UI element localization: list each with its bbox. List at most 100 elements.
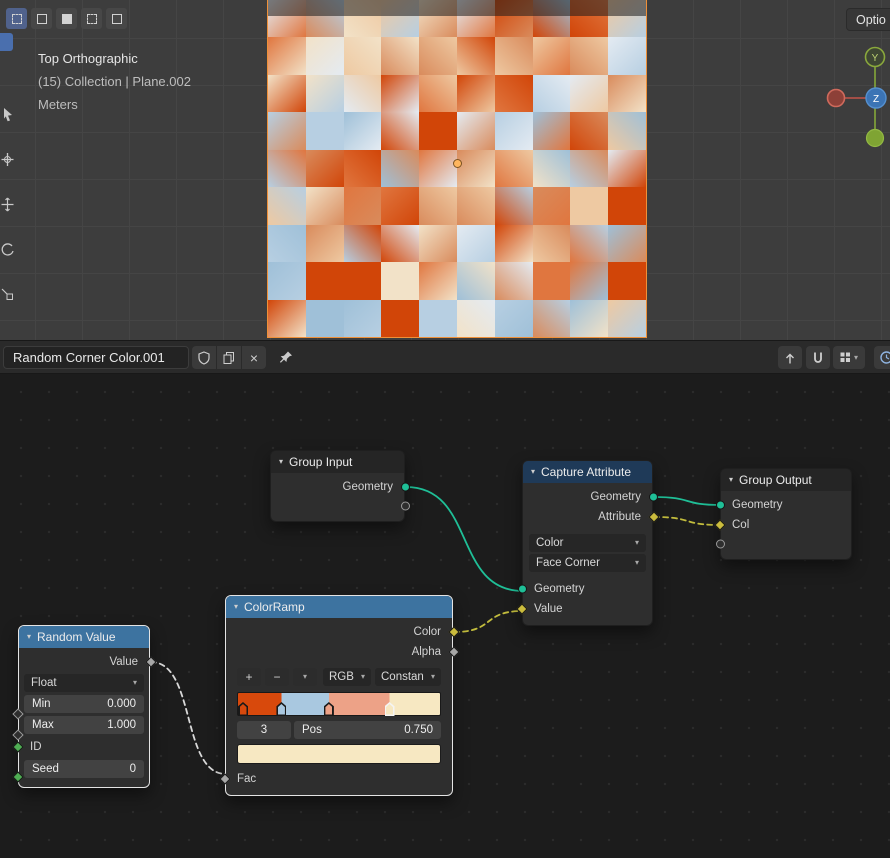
node-header[interactable]: ▾ Group Output: [721, 469, 851, 491]
plane-cell: [570, 262, 609, 300]
virtual-output-socket[interactable]: [400, 501, 410, 511]
add-stop-button[interactable]: +: [237, 668, 261, 686]
plane-cell: [494, 299, 533, 337]
svg-text:Z: Z: [873, 94, 879, 105]
plane-cell: [570, 0, 609, 38]
max-field[interactable]: Max 1.000: [24, 716, 144, 734]
node-graph[interactable]: ▾ Group Input Geometry ▾ Capture Attribu…: [0, 374, 890, 858]
active-stop-swatch[interactable]: [237, 744, 441, 764]
data-type-dropdown[interactable]: Color ▾: [529, 534, 646, 552]
node-random-value[interactable]: ▾ Random Value Value Float ▾ Min 0.000 M…: [11, 625, 157, 788]
seed-field[interactable]: Seed 0: [24, 760, 144, 778]
filled-square-icon: [61, 13, 72, 24]
plane-object[interactable]: [268, 0, 646, 337]
field-value: 0.000: [107, 698, 136, 710]
snap-button[interactable]: [806, 346, 830, 369]
geometry-input-socket[interactable]: [715, 500, 725, 510]
gizmo-y-neg-ball[interactable]: [865, 128, 885, 148]
select-mode-new-icon[interactable]: [6, 8, 27, 29]
plane-cell: [419, 112, 457, 150]
object-origin-dot: [453, 159, 462, 168]
socket-label: Geometry: [590, 491, 642, 503]
geometry-output-socket[interactable]: [400, 482, 410, 492]
viewport-3d: Optio Top Orthographic (15) Collection |…: [0, 0, 890, 340]
cursor-tool-icon[interactable]: [0, 151, 15, 169]
plane-cell: [381, 149, 420, 188]
plane-cell: [305, 187, 344, 225]
node-colorramp[interactable]: ▾ ColorRamp Color Alpha + − ▾ RGB ▾ Cons…: [218, 595, 460, 796]
chevron-down-icon: ▾: [132, 678, 137, 687]
geometry-input-socket[interactable]: [517, 584, 527, 594]
chevron-down-icon: ▾: [634, 538, 639, 547]
select-mode-extend-icon[interactable]: [31, 8, 52, 29]
colorramp-bar[interactable]: [237, 692, 441, 716]
plane-cell: [608, 0, 646, 38]
color-mode-dropdown[interactable]: RGB ▾: [323, 668, 371, 686]
ramp-stop-marker[interactable]: [238, 702, 248, 716]
node-capture-attribute[interactable]: ▾ Capture Attribute Geometry Attribute C…: [515, 460, 660, 626]
options-button[interactable]: Optio: [846, 8, 890, 31]
socket-row: Fac: [218, 769, 452, 789]
node-group-output[interactable]: ▾ Group Output Geometry Col: [713, 468, 852, 560]
node-header[interactable]: ▾ Random Value: [19, 626, 149, 648]
unlink-button[interactable]: ×: [242, 346, 266, 369]
new-tree-button[interactable]: [217, 346, 241, 369]
select-mode-subtract-icon[interactable]: [56, 8, 77, 29]
gizmo-x-axis-ball[interactable]: [826, 88, 846, 108]
node-header[interactable]: ▾ Capture Attribute: [523, 461, 652, 483]
ramp-options-dropdown[interactable]: ▾: [293, 668, 317, 686]
plane-cell: [343, 74, 382, 113]
collapse-icon[interactable]: ▾: [27, 633, 31, 641]
snapping-options-button[interactable]: ▾: [833, 346, 865, 369]
plane-cell: [305, 149, 344, 188]
collapse-icon[interactable]: ▾: [234, 603, 238, 611]
select-mode-invert-icon[interactable]: [81, 8, 102, 29]
plane-cell: [608, 299, 646, 337]
ramp-stop-marker[interactable]: [276, 702, 287, 716]
node-header[interactable]: ▾ ColorRamp: [226, 596, 452, 618]
ramp-stop-marker[interactable]: [323, 702, 334, 716]
min-field[interactable]: Min 0.000: [24, 695, 144, 713]
plane-cell: [268, 262, 306, 300]
overlay-toggle-button[interactable]: [874, 346, 890, 369]
collapse-icon[interactable]: ▾: [531, 468, 535, 476]
gizmo-y-axis-ball[interactable]: Y: [864, 46, 886, 68]
collapse-icon[interactable]: ▾: [729, 476, 733, 484]
dropdown-value: Float: [31, 677, 57, 689]
navigation-gizmo[interactable]: Y Z: [820, 40, 890, 150]
plane-cell: [305, 0, 344, 38]
field-value: 0: [129, 763, 136, 775]
plane-cell: [608, 187, 646, 225]
position-field[interactable]: Pos 0.750: [294, 721, 441, 739]
plane-cell: [570, 37, 609, 75]
magnet-icon: [814, 352, 822, 363]
node-link: [150, 661, 227, 775]
editor-type-icon[interactable]: [0, 33, 13, 51]
data-type-dropdown[interactable]: Float ▾: [24, 674, 144, 692]
node-group-input[interactable]: ▾ Group Input Geometry: [270, 450, 410, 522]
plane-cell: [494, 187, 533, 225]
tree-name-field[interactable]: Random Corner Color.001: [3, 346, 189, 369]
select-tool-icon[interactable]: [0, 106, 15, 124]
domain-dropdown[interactable]: Face Corner ▾: [529, 554, 646, 572]
virtual-input-socket[interactable]: [715, 539, 725, 549]
node-header[interactable]: ▾ Group Input: [271, 451, 404, 473]
socket-row: Geometry: [517, 579, 652, 599]
collapse-icon[interactable]: ▾: [279, 458, 283, 466]
remove-stop-button[interactable]: −: [265, 668, 289, 686]
select-mode-intersect-icon[interactable]: [106, 8, 127, 29]
fake-user-button[interactable]: [192, 346, 216, 369]
geometry-output-socket[interactable]: [648, 492, 658, 502]
rotate-tool-icon[interactable]: [0, 241, 15, 259]
interpolation-dropdown[interactable]: Constan ▾: [375, 668, 441, 686]
scale-tool-icon[interactable]: [0, 286, 15, 304]
gizmo-z-axis-ball[interactable]: Z: [865, 87, 887, 109]
ramp-stop-marker[interactable]: [384, 702, 395, 716]
plane-cell: [608, 37, 646, 75]
pin-button[interactable]: [274, 346, 298, 369]
move-tool-icon[interactable]: [0, 196, 15, 214]
plane-cell: [305, 37, 344, 75]
plane-cell: [419, 149, 457, 188]
parent-tree-button[interactable]: [778, 346, 802, 369]
active-index-field[interactable]: 3: [237, 721, 291, 739]
